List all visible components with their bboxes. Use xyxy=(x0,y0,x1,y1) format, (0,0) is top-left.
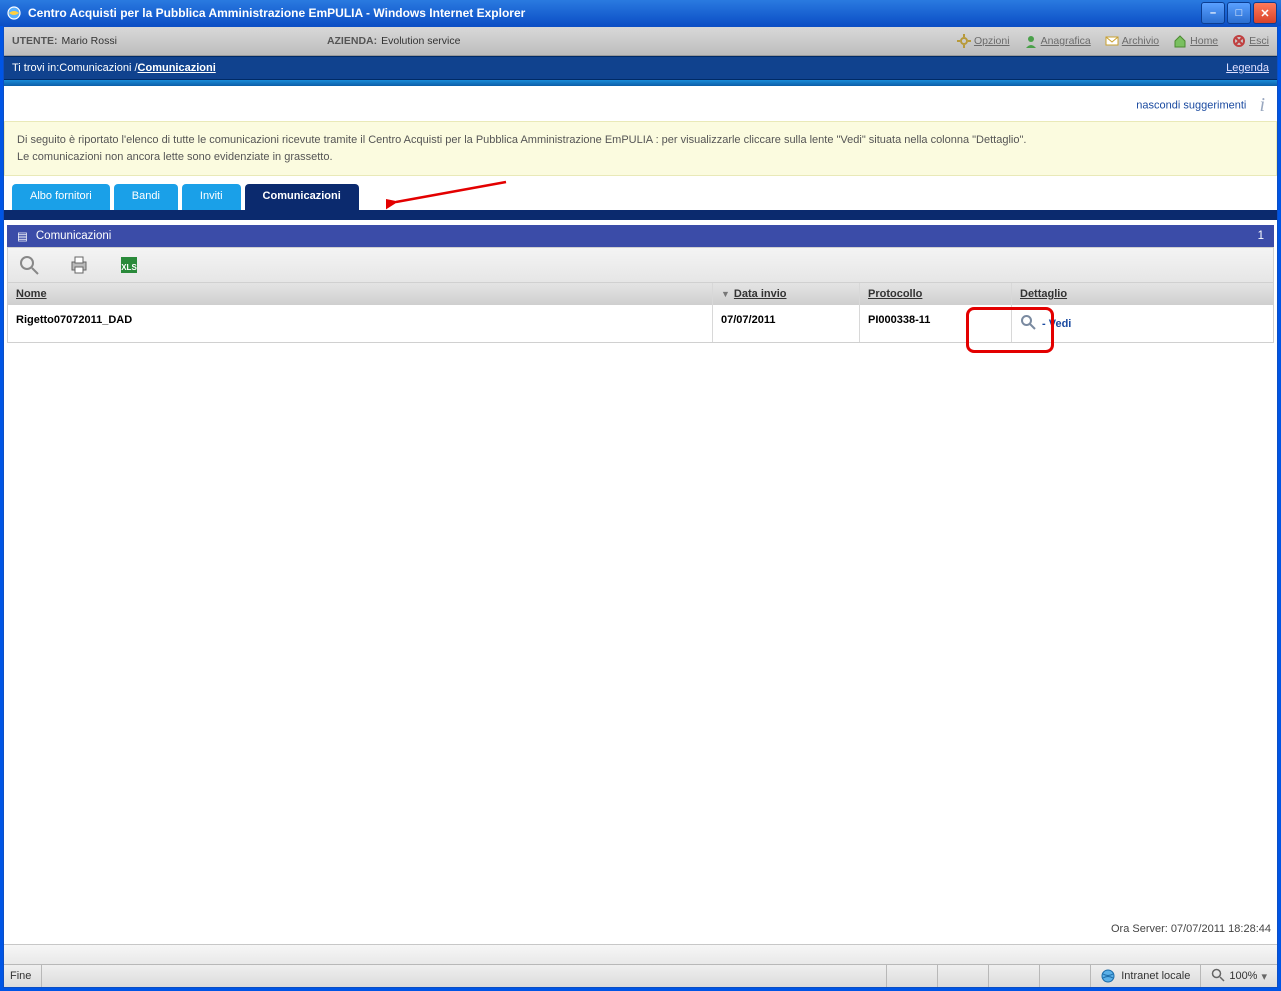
excel-export-icon[interactable]: XLS xyxy=(118,254,140,276)
status-spacer xyxy=(41,965,886,987)
link-home[interactable]: Home xyxy=(1173,34,1218,48)
breadcrumb-current[interactable]: Comunicazioni xyxy=(138,62,216,74)
mail-icon xyxy=(1105,34,1119,48)
sort-desc-icon: ▼ xyxy=(721,289,730,299)
info-icon: i xyxy=(1259,94,1265,116)
status-zoom[interactable]: 100% ▾ xyxy=(1200,965,1277,987)
status-text: Fine xyxy=(4,965,41,987)
zoom-dropdown-icon[interactable]: ▾ xyxy=(1261,970,1267,983)
server-time: Ora Server: 07/07/2011 18:28:44 xyxy=(1111,923,1271,935)
window-title: Centro Acquisti per la Pubblica Amminist… xyxy=(28,6,525,20)
xp-window: Centro Acquisti per la Pubblica Amminist… xyxy=(0,0,1281,991)
svg-text:XLS: XLS xyxy=(121,263,137,272)
status-seg-2 xyxy=(937,965,988,987)
link-archivio[interactable]: Archivio xyxy=(1105,34,1159,48)
vedi-link[interactable]: - Vedi xyxy=(1020,314,1071,333)
link-esci[interactable]: Esci xyxy=(1232,34,1269,48)
cell-nome: Rigetto07072011_DAD xyxy=(8,305,713,342)
table-row[interactable]: Rigetto07072011_DAD 07/07/2011 PI000338-… xyxy=(8,305,1273,342)
hints-line-1: Di seguito è riportato l'elenco di tutte… xyxy=(17,132,1264,149)
app-frame: UTENTE: Mario Rossi AZIENDA: Evolution s… xyxy=(3,26,1278,988)
ie-icon xyxy=(6,5,22,21)
person-icon xyxy=(1024,34,1038,48)
section-header: ▤ Comunicazioni 1 xyxy=(7,225,1274,247)
azienda-label: AZIENDA: xyxy=(327,35,377,47)
link-anagrafica[interactable]: Anagrafica xyxy=(1024,34,1091,48)
hints-box: Di seguito è riportato l'elenco di tutte… xyxy=(4,121,1277,176)
ie-statusbar: Fine Intranet locale 100% ▾ xyxy=(4,964,1277,987)
exit-icon xyxy=(1232,34,1246,48)
cell-dettaglio: - Vedi xyxy=(1012,305,1273,342)
col-data[interactable]: ▼Data invio xyxy=(713,283,860,305)
tab-inviti[interactable]: Inviti xyxy=(182,184,241,210)
breadcrumb-prefix: Ti trovi in: xyxy=(12,62,59,74)
magnifier-icon xyxy=(1020,314,1036,333)
tab-albo[interactable]: Albo fornitori xyxy=(12,184,110,210)
home-icon xyxy=(1173,34,1187,48)
section-icon: ▤ xyxy=(17,229,28,243)
print-icon[interactable] xyxy=(68,254,90,276)
status-seg-1 xyxy=(886,965,937,987)
hints-line-2: Le comunicazioni non ancora lette sono e… xyxy=(17,149,1264,166)
status-seg-4 xyxy=(1039,965,1090,987)
grid-toolbar: XLS xyxy=(7,247,1274,283)
window-close-button[interactable]: ✕ xyxy=(1253,2,1277,24)
grid-header-row: Nome ▼Data invio Protocollo Dettaglio xyxy=(8,283,1273,305)
status-zone[interactable]: Intranet locale xyxy=(1090,965,1200,987)
tab-bandi[interactable]: Bandi xyxy=(114,184,178,210)
link-legenda[interactable]: Legenda xyxy=(1226,62,1269,74)
search-icon[interactable] xyxy=(18,254,40,276)
col-nome[interactable]: Nome xyxy=(8,283,713,305)
azienda-value: Evolution service xyxy=(381,35,460,47)
section-title: Comunicazioni xyxy=(36,230,111,242)
utente-label: UTENTE: xyxy=(12,35,58,47)
hints-bar: nascondi suggerimenti i xyxy=(4,86,1277,121)
window-maximize-button[interactable]: □ xyxy=(1227,2,1251,24)
section-count: 1 xyxy=(1258,230,1264,242)
footer-divider xyxy=(4,944,1277,965)
window-minimize-button[interactable]: – xyxy=(1201,2,1225,24)
annotation-arrow xyxy=(386,176,516,215)
globe-icon xyxy=(1101,969,1115,983)
breadcrumb: Ti trovi in: Comunicazioni / Comunicazio… xyxy=(4,56,1277,80)
zoom-icon xyxy=(1211,968,1225,985)
breadcrumb-path: Comunicazioni / xyxy=(59,62,137,74)
utente-value: Mario Rossi xyxy=(62,35,117,47)
infobar: UTENTE: Mario Rossi AZIENDA: Evolution s… xyxy=(4,27,1277,56)
cell-protocollo: PI000338-11 xyxy=(860,305,1012,342)
link-opzioni[interactable]: Opzioni xyxy=(957,34,1010,48)
hide-hints-link[interactable]: nascondi suggerimenti xyxy=(1136,99,1246,111)
gear-icon xyxy=(957,34,971,48)
tabs: Albo fornitori Bandi Inviti Comunicazion… xyxy=(4,176,1277,210)
col-protocollo[interactable]: Protocollo xyxy=(860,283,1012,305)
grid: Nome ▼Data invio Protocollo Dettaglio Ri… xyxy=(7,283,1274,343)
status-seg-3 xyxy=(988,965,1039,987)
window-titlebar[interactable]: Centro Acquisti per la Pubblica Amminist… xyxy=(0,0,1281,26)
col-dettaglio[interactable]: Dettaglio xyxy=(1012,283,1273,305)
tab-strip xyxy=(4,210,1277,220)
cell-data: 07/07/2011 xyxy=(713,305,860,342)
tab-comunicazioni[interactable]: Comunicazioni xyxy=(245,184,359,210)
